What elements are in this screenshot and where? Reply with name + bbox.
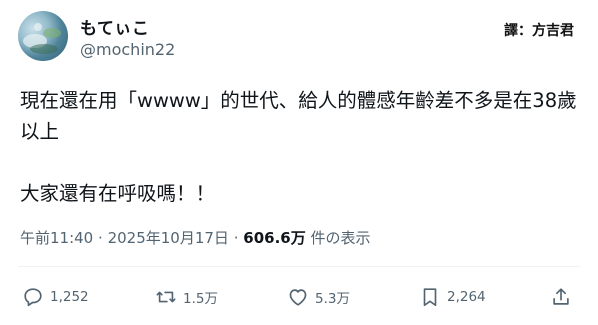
- like-count: 5.3万: [315, 291, 350, 307]
- tweet-meta: 午前11:40 · 2025年10月17日 · 606.6万 件の表示: [20, 227, 371, 248]
- repost-icon: [156, 291, 176, 303]
- action-bar: 1,252 1.5万 5.3万 2,264: [0, 282, 598, 312]
- repost-count: 1.5万: [183, 291, 218, 307]
- view-count: 606.6万: [243, 229, 306, 247]
- tweet-line: 以上: [20, 120, 60, 143]
- meta-separator: ·: [233, 229, 239, 247]
- post-time[interactable]: 午前11:40: [20, 229, 93, 247]
- bookmark-button[interactable]: 2,264: [419, 282, 486, 312]
- translator-watermark: 譯：方吉君: [504, 23, 574, 39]
- author-display-name[interactable]: もてぃこ: [80, 14, 149, 39]
- share-icon: [553, 288, 569, 305]
- reply-button[interactable]: 1,252: [22, 282, 89, 312]
- post-date[interactable]: 2025年10月17日: [108, 229, 229, 247]
- reply-count: 1,252: [50, 289, 89, 305]
- avatar-image: [23, 23, 61, 54]
- meta-separator: ·: [98, 229, 103, 247]
- reply-icon: [24, 288, 42, 307]
- author-handle[interactable]: @mochin22: [80, 40, 175, 59]
- heart-icon: [289, 289, 307, 306]
- like-button[interactable]: 5.3万: [287, 282, 350, 312]
- bookmark-count: 2,264: [447, 289, 486, 305]
- view-count-label: 件の表示: [310, 229, 371, 247]
- bookmark-icon: [423, 288, 437, 307]
- tweet-line: 大家還有在呼吸嗎！！: [20, 182, 216, 205]
- tweet-line: 現在還在用「wwww」的世代、給人的體感年齡差不多是在38歲: [20, 89, 577, 112]
- share-button[interactable]: [550, 282, 578, 312]
- tweet-text: 現在還在用「wwww」的世代、給人的體感年齡差不多是在38歲 以上 大家還有在呼…: [20, 85, 585, 209]
- avatar[interactable]: [18, 11, 68, 61]
- divider: [18, 266, 580, 267]
- repost-button[interactable]: 1.5万: [155, 282, 218, 312]
